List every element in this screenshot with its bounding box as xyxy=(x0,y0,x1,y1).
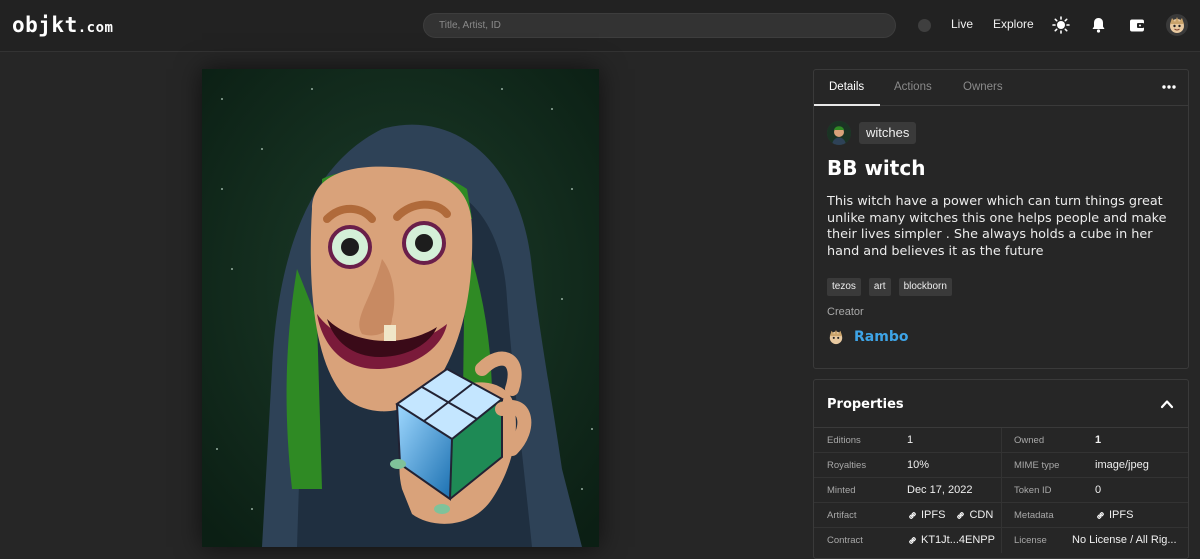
logo-suffix: .com xyxy=(77,20,114,36)
wallet-icon[interactable] xyxy=(1127,15,1147,35)
artifact-cdn-link[interactable]: CDN xyxy=(955,509,993,521)
tag-blockborn[interactable]: blockborn xyxy=(898,278,952,296)
token-details-card: Details Actions Owners witches BB witch … xyxy=(813,69,1189,369)
collection-avatar[interactable] xyxy=(827,121,851,145)
properties-title: Properties xyxy=(827,397,904,412)
link-icon xyxy=(1097,511,1104,519)
tag-tezos[interactable]: tezos xyxy=(827,278,861,296)
property-value: 1 xyxy=(1095,434,1102,446)
column-divider xyxy=(1001,428,1002,452)
property-label: Royalties xyxy=(827,460,867,471)
contract-link[interactable]: KT1Jt...4ENPP xyxy=(907,534,995,546)
metadata-ipfs-link[interactable]: IPFS xyxy=(1095,509,1133,521)
active-tab-indicator xyxy=(814,104,880,106)
column-divider xyxy=(1001,503,1002,527)
contract-value: KT1Jt...4ENPP xyxy=(907,534,995,546)
property-value: 0 xyxy=(1095,484,1102,496)
property-label: Minted xyxy=(827,485,856,496)
avatar-icon[interactable] xyxy=(1166,14,1188,36)
top-navigation-bar: objkt.com Live Explore xyxy=(0,0,1200,52)
creator-label: Creator xyxy=(827,306,864,318)
property-value: 1 xyxy=(907,434,914,446)
property-label: Editions xyxy=(827,435,861,446)
artifact-ipfs-link[interactable]: IPFS xyxy=(907,509,945,521)
live-status-dot xyxy=(918,19,931,32)
properties-header[interactable]: Properties xyxy=(814,380,1188,428)
search-input[interactable] xyxy=(423,13,896,38)
creator-name-link[interactable]: Rambo xyxy=(854,329,908,345)
bell-icon[interactable] xyxy=(1088,15,1108,35)
nav-live-link[interactable]: Live xyxy=(951,17,973,31)
artifact-links: IPFS CDN xyxy=(907,509,993,521)
chevron-up-icon[interactable] xyxy=(1160,397,1174,411)
properties-card: Properties Editions 1 Owned 1 Royalties … xyxy=(813,379,1189,559)
column-divider xyxy=(1001,528,1002,553)
logo-main: objkt xyxy=(12,13,78,37)
tag-list: tezos art blockborn xyxy=(827,278,952,296)
link-icon xyxy=(909,511,916,519)
link-icon xyxy=(909,536,916,544)
property-label: MIME type xyxy=(1014,460,1060,471)
property-label: Artifact xyxy=(827,510,857,521)
property-label: License xyxy=(1014,535,1047,546)
token-title: BB witch xyxy=(827,156,926,180)
property-label: Owned xyxy=(1014,435,1045,446)
sun-icon[interactable] xyxy=(1051,15,1071,35)
token-description: This witch have a power which can turn t… xyxy=(827,194,1167,259)
artwork-image[interactable] xyxy=(202,69,599,547)
site-logo[interactable]: objkt.com xyxy=(12,13,113,37)
property-label: Contract xyxy=(827,535,863,546)
property-value: No License / All Rig... xyxy=(1072,534,1177,546)
property-value: image/jpeg xyxy=(1095,459,1149,471)
collection-tag[interactable]: witches xyxy=(859,122,917,144)
column-divider xyxy=(1001,478,1002,502)
property-value: Dec 17, 2022 xyxy=(907,484,973,496)
creator-avatar-icon[interactable] xyxy=(828,329,844,345)
tab-actions[interactable]: Actions xyxy=(894,81,932,93)
more-options-icon[interactable] xyxy=(1160,78,1178,96)
tab-owners[interactable]: Owners xyxy=(963,81,1003,93)
tab-details[interactable]: Details xyxy=(829,81,864,93)
link-label: KT1Jt...4ENPP xyxy=(921,534,995,546)
property-row: Royalties 10% MIME type image/jpeg xyxy=(814,453,1188,478)
link-icon xyxy=(957,511,965,519)
property-row: Artifact IPFS CDN Metadata IPFS xyxy=(814,503,1188,528)
property-label: Metadata xyxy=(1014,510,1054,521)
tag-art[interactable]: art xyxy=(868,278,891,296)
nav-explore-link[interactable]: Explore xyxy=(993,17,1034,31)
metadata-links: IPFS xyxy=(1095,509,1133,521)
property-row: Contract KT1Jt...4ENPP License No Licens… xyxy=(814,528,1188,553)
link-label: IPFS xyxy=(921,509,946,521)
details-tabs: Details Actions Owners xyxy=(814,70,1188,106)
property-value: 10% xyxy=(907,459,930,471)
property-row: Editions 1 Owned 1 xyxy=(814,428,1188,453)
property-label: Token ID xyxy=(1014,485,1052,496)
property-row: Minted Dec 17, 2022 Token ID 0 xyxy=(814,478,1188,503)
link-label: CDN xyxy=(969,509,994,521)
column-divider xyxy=(1001,453,1002,477)
link-label: IPFS xyxy=(1109,509,1134,521)
